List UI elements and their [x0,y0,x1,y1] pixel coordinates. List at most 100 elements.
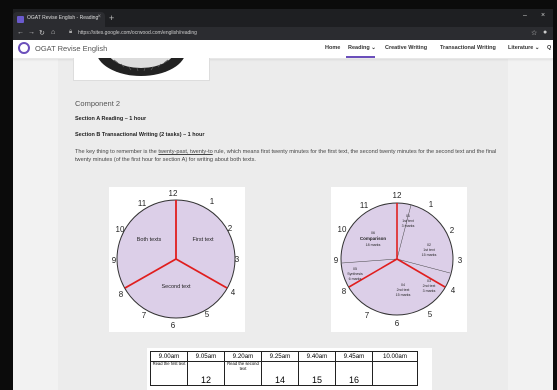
web-page: OGAT Revise English Home Reading ⌄ Creat… [13,40,553,390]
clock2-num-12: 12 [393,191,402,200]
clock2-s2-num: 02 [427,243,431,247]
activity-cell: 16 [335,361,373,386]
close-window-button[interactable]: × [541,12,545,19]
clock2-s6-marks: 18 marks [366,243,381,247]
clock2-num-8: 8 [342,287,347,296]
nav-transactional-writing[interactable]: Transactional Writing [440,45,496,51]
clock2-s2-marks: 15 marks [422,253,437,257]
site-name[interactable]: OGAT Revise English [35,44,107,53]
nav-literature[interactable]: Literature ⌄ [508,45,540,51]
tab-title: OGAT Revise English - Reading [27,15,99,21]
clock2-num-2: 2 [450,226,455,235]
clock2-s6-text: Comparison [360,236,387,241]
clock-diagram-2: 12 1 2 3 4 5 6 7 8 9 10 11 01 1st text 3… [331,187,467,332]
clock2-s2-text: 1st text [423,248,435,252]
clock2-s3-marks: 3 marks [423,289,436,293]
clock2-num-5: 5 [428,310,433,319]
para-text-1: The key thing to remember is the [75,149,159,155]
lock-icon: 🔒︎ [69,29,73,35]
clock1-label-second: Second text [161,284,191,290]
activity-cell: 12 [187,361,225,386]
clock2-num-4: 4 [451,286,456,295]
bookmark-star-icon[interactable]: ☆ [531,29,537,37]
nav-creative-writing[interactable]: Creative Writing [385,45,427,51]
clock1-num-10: 10 [116,225,125,234]
clock2-num-7: 7 [365,311,370,320]
clock2-s1-num: 01 [406,214,410,218]
clock2-s5-marks: 6 marks [349,277,362,281]
section-heading: Component 2 [75,99,121,108]
clock1-num-4: 4 [231,288,236,297]
active-nav-indicator [346,56,375,58]
reload-icon[interactable]: ↻ [39,29,45,37]
clock1-num-6: 6 [171,321,176,330]
activity-cell: Read the first text [150,361,188,386]
activity-cell: 14 [261,361,299,386]
time-cell: 9.40am [298,351,336,362]
clock2-num-9: 9 [334,256,339,265]
home-icon[interactable]: ⌂ [51,29,55,36]
clock2-s1-text: 1st text [402,219,414,223]
address-bar[interactable]: 🔒︎ https://sites.google.com/ocrwood.com/… [67,29,507,38]
timetable: 9.00am 9.05am 9.20am 9.25am 9.40am 9.45a… [150,351,418,386]
clock2-num-10: 10 [338,225,347,234]
site-header: OGAT Revise English Home Reading ⌄ Creat… [13,40,553,59]
clock2-s5-num: 05 [353,267,357,271]
clock2-s1-marks: 3 marks [402,224,415,228]
time-cell: 10.00am [372,351,418,362]
clock1-num-8: 8 [119,290,124,299]
tab-bar: OGAT Revise English - Reading × + – × [13,9,553,27]
table-row: 9.00am 9.05am 9.20am 9.25am 9.40am 9.45a… [150,351,418,362]
timetable-card: 9.00am 9.05am 9.20am 9.25am 9.40am 9.45a… [147,348,432,390]
time-cell: 9.00am [150,351,188,362]
clock2-num-11: 11 [360,201,369,210]
clock2-s6-num: 06 [371,231,375,235]
back-icon[interactable]: ← [17,29,24,36]
time-cell: 9.25am [261,351,299,362]
table-row: Read the first text 12 Read the second t… [150,361,418,386]
clock2-s4-num: 04 [401,283,405,287]
clock1-num-1: 1 [210,197,215,206]
tab-close-icon[interactable]: × [97,14,101,20]
browser-window: OGAT Revise English - Reading × + – × ← … [0,0,557,390]
activity-cell [372,361,418,386]
address-toolbar: ← → ↻ ⌂ 🔒︎ https://sites.google.com/ocrw… [13,27,553,40]
site-favicon-icon [17,16,24,23]
time-cell: 9.20am [224,351,262,362]
clock1-num-12: 12 [169,189,178,198]
clock1-num-9: 9 [112,256,117,265]
forward-icon[interactable]: → [28,29,35,36]
clock-image-partial [73,58,210,81]
clock1-num-5: 5 [205,310,210,319]
clock2-num-6: 6 [395,319,400,328]
site-logo-icon[interactable] [18,42,30,54]
clock2-num-1: 1 [429,200,434,209]
clock1-num-7: 7 [142,311,147,320]
clock-diagram-1: 12 1 2 3 4 5 6 7 8 9 10 11 Both texts Fi… [109,187,245,332]
clock1-label-both: Both texts [137,237,162,243]
profile-icon[interactable]: ● [543,29,547,36]
clock2-num-3: 3 [458,256,463,265]
url-text: https://sites.google.com/ocrwood.com/eng… [78,30,197,36]
clock2-s4-marks: 15 marks [396,293,411,297]
minimize-button[interactable]: – [523,12,527,19]
clock1-num-3: 3 [235,255,240,264]
nav-home[interactable]: Home [325,45,340,51]
clock1-num-11: 11 [138,199,147,208]
clock2-s3-num: 03 [427,279,431,283]
activity-cell: 15 [298,361,336,386]
rule-paragraph: The key thing to remember is the twenty-… [75,148,507,164]
clock1-label-first: First text [192,237,214,243]
browser-tab[interactable]: OGAT Revise English - Reading × [13,12,105,27]
nav-reading[interactable]: Reading ⌄ [348,45,376,51]
time-cell: 9.45am [335,351,373,362]
clock2-s4-text: 2nd text [397,288,410,292]
clock2-s3-text: 2nd text [423,284,436,288]
search-icon[interactable]: Q [547,45,551,51]
section-b-title: Section B Transactional Writing (2 tasks… [75,132,205,138]
time-cell: 9.05am [187,351,225,362]
para-emphasis: twenty-past, twenty-to [158,149,213,155]
activity-cell: Read the second text [224,361,262,386]
clock2-s5-text: Synthesis [347,272,363,276]
new-tab-button[interactable]: + [109,13,114,23]
